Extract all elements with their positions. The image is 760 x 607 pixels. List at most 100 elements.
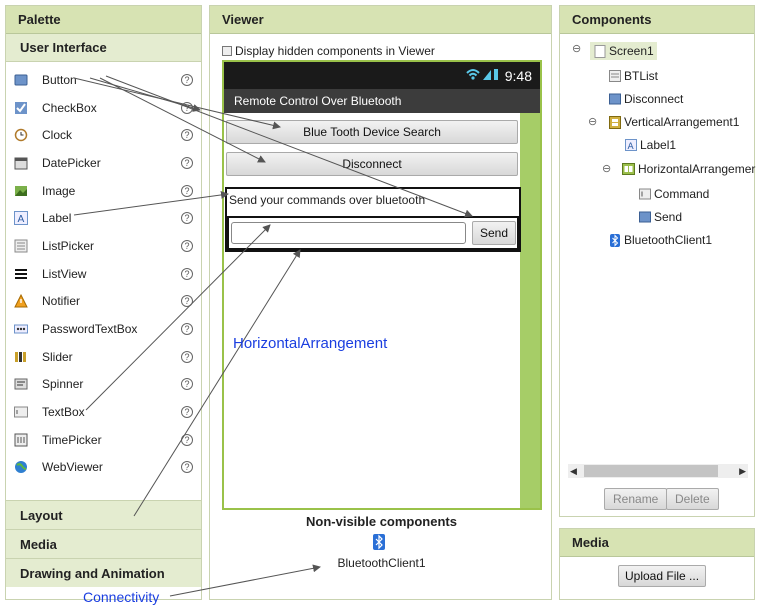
annotation-horizontal: HorizontalArrangement (233, 335, 388, 352)
palette-item-clock[interactable]: Clock ? (6, 121, 201, 149)
button-icon (638, 211, 651, 224)
tree-label: VerticalArrangement1 (624, 115, 740, 129)
media-panel: Media Upload File ... (559, 528, 755, 600)
scroll-right-icon[interactable]: ▶ (739, 464, 746, 478)
palette-item-slider[interactable]: Slider ? (6, 343, 201, 371)
palette-item-datepicker[interactable]: DatePicker ? (6, 149, 201, 177)
hidden-components-toggle[interactable]: Display hidden components in Viewer (222, 44, 435, 58)
help-icon[interactable]: ? (181, 156, 193, 169)
bluetooth-search-button[interactable]: Blue Tooth Device Search (226, 120, 518, 144)
palette-item-label-component[interactable]: A Label ? (6, 204, 201, 232)
scroll-left-icon[interactable]: ◀ (570, 464, 577, 478)
phone-scrollbar[interactable] (520, 113, 540, 508)
tree-label: Command (654, 187, 710, 201)
palette-item-label: ListView (42, 266, 87, 281)
collapse-harr-icon[interactable]: ⊖ (602, 164, 612, 175)
help-icon[interactable]: ? (181, 433, 193, 446)
palette-item-webviewer[interactable]: WebViewer ? (6, 454, 201, 482)
components-horizontal-scrollbar[interactable]: ◀ ▶ (568, 464, 748, 478)
help-icon[interactable]: ? (181, 239, 193, 252)
collapse-varr-icon[interactable]: ⊖ (588, 117, 598, 128)
textbox-icon (638, 188, 651, 201)
palette-section-user-interface[interactable]: User Interface (6, 34, 201, 62)
datepicker-icon (14, 156, 28, 170)
palette-item-label: CheckBox (42, 100, 97, 115)
help-icon[interactable]: ? (181, 406, 193, 419)
palette-item-label: TimePicker (42, 432, 102, 447)
notifier-icon (14, 294, 28, 308)
image-icon (14, 184, 28, 198)
palette-item-spinner[interactable]: Spinner ? (6, 371, 201, 399)
slider-icon (14, 350, 28, 364)
bluetooth-icon[interactable] (373, 534, 385, 553)
palette-item-label: DatePicker (42, 155, 101, 170)
help-icon[interactable]: ? (181, 267, 193, 280)
clock-icon (14, 128, 28, 142)
help-icon[interactable]: ? (181, 378, 193, 391)
disconnect-button[interactable]: Disconnect (226, 152, 518, 176)
help-icon[interactable]: ? (181, 212, 193, 225)
tree-disconnect[interactable]: Disconnect (608, 92, 683, 106)
help-icon[interactable]: ? (181, 323, 193, 336)
tree-label1[interactable]: A Label1 (624, 138, 676, 152)
tree-label: HorizontalArrangemer (638, 162, 756, 176)
palette-category-drawing[interactable]: Drawing and Animation (6, 558, 201, 587)
palette-category-layout[interactable]: Layout (6, 500, 201, 529)
annotation-connectivity: Connectivity (83, 589, 160, 605)
rename-button[interactable]: Rename (604, 488, 668, 510)
command-textbox[interactable] (231, 222, 466, 244)
palette-item-notifier[interactable]: Notifier ? (6, 288, 201, 316)
collapse-screen-icon[interactable]: ⊖ (572, 44, 582, 55)
components-title: Components (560, 6, 754, 34)
vertical-arrangement-icon (608, 115, 621, 129)
label-icon: A (14, 211, 28, 226)
palette-item-label: Notifier (42, 294, 81, 309)
tree-screen1[interactable]: Screen1 (590, 42, 657, 60)
listpicker-icon (14, 239, 28, 253)
scroll-thumb[interactable] (584, 465, 718, 477)
help-icon[interactable]: ? (181, 184, 193, 197)
help-icon[interactable]: ? (181, 101, 193, 114)
palette-item-listpicker[interactable]: ListPicker ? (6, 232, 201, 260)
media-title: Media (560, 529, 754, 557)
palette-title: Palette (6, 6, 201, 34)
palette-category-media[interactable]: Media (6, 529, 201, 558)
send-button[interactable]: Send (472, 221, 516, 245)
screen-icon (593, 44, 606, 58)
tree-command[interactable]: Command (638, 187, 709, 201)
palette-item-checkbox[interactable]: CheckBox ? (6, 94, 201, 122)
help-icon[interactable]: ? (181, 73, 193, 86)
tree-horizontal-arrangement[interactable]: HorizontalArrangemer (622, 162, 755, 176)
help-icon[interactable]: ? (181, 295, 193, 308)
commands-label: Send your commands over bluetooth (229, 193, 426, 207)
signal-icon (465, 67, 499, 84)
horizontal-arrangement: Send (227, 216, 519, 250)
help-icon[interactable]: ? (181, 350, 193, 363)
help-icon[interactable]: ? (181, 461, 193, 474)
listview-icon (14, 267, 28, 281)
tree-vertical-arrangement[interactable]: VerticalArrangement1 (608, 115, 739, 129)
tree-label: BluetoothClient1 (624, 233, 713, 247)
listpicker-icon (608, 70, 621, 83)
palette-item-listview[interactable]: ListView ? (6, 260, 201, 288)
palette-item-passwordtextbox[interactable]: PasswordTextBox ? (6, 315, 201, 343)
upload-file-button[interactable]: Upload File ... (618, 565, 707, 587)
palette-item-image[interactable]: Image ? (6, 177, 201, 205)
palette-item-label: Spinner (42, 377, 84, 392)
timepicker-icon (14, 433, 28, 447)
palette-item-timepicker[interactable]: TimePicker ? (6, 426, 201, 454)
phone-status-bar: 9:48 (224, 62, 540, 89)
textbox-icon (14, 405, 28, 419)
palette-item-button[interactable]: Button ? (6, 66, 201, 94)
tree-bluetoothclient[interactable]: BluetoothClient1 (608, 233, 712, 247)
tree-send[interactable]: Send (638, 210, 682, 224)
hidden-components-checkbox[interactable] (222, 46, 232, 56)
tree-btlist[interactable]: BTList (608, 69, 658, 83)
palette-item-label: Clock (42, 128, 73, 143)
phone-preview: 9:48 Remote Control Over Bluetooth Blue … (222, 60, 542, 510)
palette-item-textbox[interactable]: TextBox ? (6, 398, 201, 426)
delete-button[interactable]: Delete (666, 488, 719, 510)
nonvisible-bluetooth-label[interactable]: BluetoothClient1 (210, 556, 553, 570)
components-panel: Components ⊖ Screen1 BTList Disconnect ⊖… (559, 5, 755, 517)
help-icon[interactable]: ? (181, 129, 193, 142)
